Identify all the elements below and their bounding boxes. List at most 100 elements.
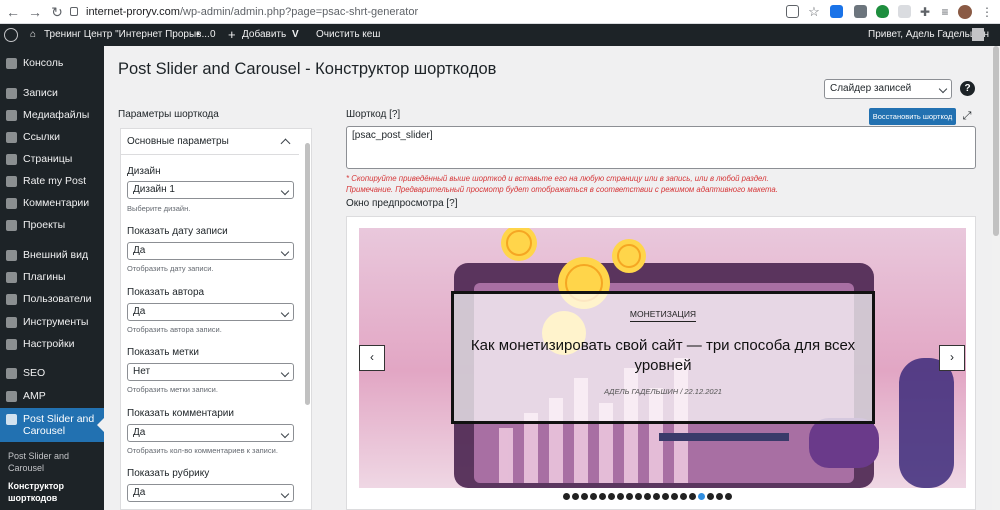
- params-label: Параметры шорткода: [118, 109, 219, 120]
- menu-dots-icon[interactable]: ⋮: [978, 3, 996, 21]
- address-bar[interactable]: internet-proryv.com/wp-admin/admin.php?p…: [70, 3, 790, 21]
- show-tags-select[interactable]: Нет: [127, 363, 294, 381]
- pagination-dot[interactable]: [689, 493, 696, 500]
- pagination-dot[interactable]: [707, 493, 714, 500]
- show-author-select[interactable]: Да: [127, 303, 294, 321]
- pagination-dot[interactable]: [563, 493, 570, 500]
- extension-icon[interactable]: [854, 5, 867, 18]
- pagination-dot[interactable]: [608, 493, 615, 500]
- pagination-dot[interactable]: [725, 493, 732, 500]
- menu-plugins[interactable]: Плагины: [0, 266, 104, 288]
- menu-media[interactable]: Медиафайлы: [0, 104, 104, 126]
- next-slide-button[interactable]: ›: [939, 345, 965, 371]
- pagination-dot[interactable]: [716, 493, 723, 500]
- chevron-down-icon: [280, 368, 290, 378]
- menu-label: AMP: [23, 390, 46, 402]
- pagination-dot[interactable]: [644, 493, 651, 500]
- slide-caption: МОНЕТИЗАЦИЯ Как монетизировать свой сайт…: [451, 291, 875, 424]
- slider-type-select[interactable]: Слайдер записей: [824, 79, 952, 99]
- puzzle-icon[interactable]: ✚: [916, 3, 934, 21]
- submenu-shortcode-builder[interactable]: Конструктор шорткодов: [8, 480, 98, 504]
- menu-appearance[interactable]: Внешний вид: [0, 244, 104, 266]
- menu-tools[interactable]: Инструменты: [0, 311, 104, 333]
- menu-dashboard[interactable]: Консоль: [0, 52, 104, 74]
- menu-links[interactable]: Ссылки: [0, 126, 104, 148]
- field-hint: Выберите дизайн.: [127, 204, 191, 213]
- show-date-select[interactable]: Да: [127, 242, 294, 260]
- show-category-select[interactable]: Да: [127, 484, 294, 502]
- pagination-dot[interactable]: [590, 493, 597, 500]
- help-icon[interactable]: ?: [960, 81, 975, 96]
- star-icon[interactable]: ☆: [805, 3, 823, 21]
- greeting[interactable]: Привет, Адель Гадельшин: [868, 24, 989, 46]
- menu-label: SEO: [23, 367, 46, 379]
- pagination-dot[interactable]: [698, 493, 705, 500]
- pagination-dot[interactable]: [671, 493, 678, 500]
- restore-shortcode-button[interactable]: Восстановить шорткод: [869, 108, 956, 125]
- scroll-thumb[interactable]: [993, 46, 999, 236]
- back-icon[interactable]: ←: [4, 3, 22, 21]
- chevron-up-icon: [280, 138, 291, 149]
- profile-avatar[interactable]: [958, 5, 972, 19]
- panel-scrollbar[interactable]: [305, 143, 310, 405]
- menu-amp[interactable]: AMP: [0, 385, 104, 407]
- shortcode-textarea[interactable]: [psac_post_slider]: [346, 126, 976, 169]
- field-hint: Отобразить автора записи.: [127, 325, 222, 334]
- settings-icon: [6, 339, 17, 350]
- pagination-dot[interactable]: [572, 493, 579, 500]
- pagination-dot[interactable]: [626, 493, 633, 500]
- shortcode-label: Шорткод [?]: [346, 109, 401, 120]
- pagination-dot[interactable]: [599, 493, 606, 500]
- field-label: Показать автора: [127, 287, 205, 298]
- pagination-dot[interactable]: [635, 493, 642, 500]
- menu-seo[interactable]: SEO: [0, 362, 104, 384]
- field-label: Показать дату записи: [127, 226, 228, 237]
- lock-icon: [70, 7, 78, 16]
- star-icon: [6, 176, 17, 187]
- prev-slide-button[interactable]: ‹: [359, 345, 385, 371]
- design-select[interactable]: Дизайн 1: [127, 181, 294, 199]
- forward-icon[interactable]: →: [26, 3, 44, 21]
- chevron-down-icon: [280, 186, 290, 196]
- pagination-dot[interactable]: [653, 493, 660, 500]
- post-title[interactable]: Как монетизировать свой сайт — три спосо…: [464, 336, 862, 376]
- equalizer-icon[interactable]: ≡: [936, 3, 954, 21]
- add-new-link[interactable]: Добавить: [242, 24, 286, 46]
- menu-rate-my-post[interactable]: Rate my Post: [0, 170, 104, 192]
- menu-comments[interactable]: Комментарии: [0, 192, 104, 214]
- clear-cache-link[interactable]: Очистить кеш: [316, 24, 380, 46]
- menu-label: Rate my Post: [23, 175, 87, 187]
- pagination-dot[interactable]: [617, 493, 624, 500]
- cache-plugin-icon: V: [292, 29, 299, 40]
- panel-header-basic[interactable]: Основные параметры: [121, 129, 299, 155]
- select-value: Слайдер записей: [830, 83, 912, 94]
- extension-icon-2[interactable]: [898, 5, 911, 18]
- menu-pages[interactable]: Страницы: [0, 148, 104, 170]
- wrench-icon: [6, 317, 17, 328]
- menu-label: Ссылки: [23, 131, 60, 143]
- comments-count[interactable]: 0: [210, 24, 216, 46]
- menu-settings[interactable]: Настройки: [0, 333, 104, 355]
- shield-extension-icon[interactable]: [876, 5, 889, 18]
- menu-label: Комментарии: [23, 197, 90, 209]
- menu-posts[interactable]: Записи: [0, 82, 104, 104]
- reload-icon[interactable]: ↻: [48, 3, 66, 21]
- share-icon[interactable]: [786, 5, 799, 18]
- show-comments-select[interactable]: Да: [127, 424, 294, 442]
- pagination-dot[interactable]: [680, 493, 687, 500]
- page-scrollbar[interactable]: [992, 46, 1000, 510]
- site-name[interactable]: Тренинг Центр "Интернет Прорыв...: [44, 24, 210, 46]
- wordpress-logo-icon[interactable]: [4, 28, 18, 42]
- menu-users[interactable]: Пользователи: [0, 288, 104, 310]
- menu-post-slider-carousel[interactable]: Post Slider and Carousel: [0, 408, 104, 442]
- user-avatar[interactable]: [972, 28, 984, 41]
- fullscreen-icon[interactable]: ⤢: [960, 109, 974, 123]
- post-category[interactable]: МОНЕТИЗАЦИЯ: [454, 309, 872, 322]
- pagination-dot[interactable]: [581, 493, 588, 500]
- translate-extension-icon[interactable]: [830, 5, 843, 18]
- submenu-post-slider[interactable]: Post Slider and Carousel: [8, 450, 98, 474]
- preview-window: МОНЕТИЗАЦИЯ Как монетизировать свой сайт…: [346, 216, 976, 510]
- browser-toolbar: ← → ↻ internet-proryv.com/wp-admin/admin…: [0, 0, 1000, 24]
- menu-projects[interactable]: Проекты: [0, 214, 104, 236]
- pagination-dot[interactable]: [662, 493, 669, 500]
